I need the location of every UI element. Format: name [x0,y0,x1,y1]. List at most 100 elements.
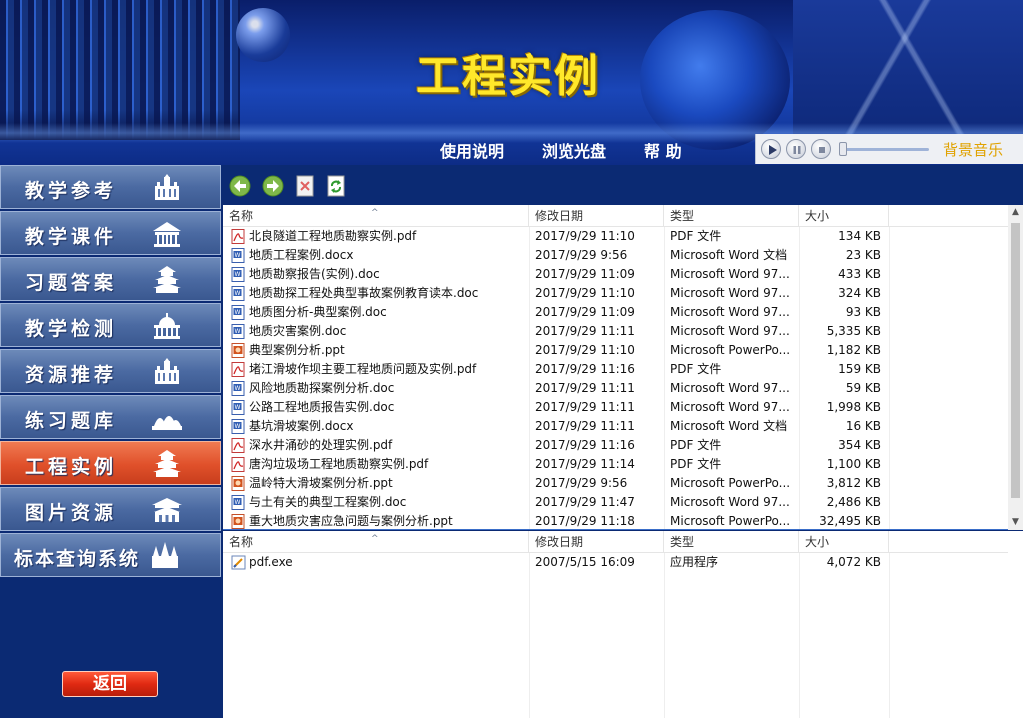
column-name-header[interactable]: 名称 ^ [223,531,529,553]
file-date: 2017/9/29 11:18 [535,514,635,528]
stop-button[interactable] [811,139,831,159]
file-date: 2017/9/29 11:09 [535,305,635,319]
delete-icon[interactable] [294,175,316,197]
file-row[interactable]: W 地质工程案例.docx 2017/9/29 9:56 Microsoft Word… [223,246,1008,265]
file-name: pdf.exe [249,555,293,569]
pagoda-icon [153,450,181,477]
word-file-icon: W [231,267,245,282]
vertical-scrollbar[interactable]: ▲ ▼ [1008,205,1023,530]
column-date-header[interactable]: 修改日期 [529,205,664,227]
sidebar-item-label: 教学课件 [25,226,118,248]
file-type: Microsoft Word 97... [670,286,790,300]
opera-house-icon [152,416,182,430]
file-name: 与土有关的典型工程案例.doc [249,495,407,509]
slider-thumb[interactable] [839,142,847,156]
pdf-file-icon [231,438,245,453]
file-row[interactable]: W 地质勘察报告(实例).doc 2017/9/29 11:09 Microsoft … [223,265,1008,284]
column-header: 名称 ^ 修改日期 类型 大小 [223,205,1008,227]
nav-help-link[interactable]: 帮 助 [644,140,682,164]
file-name: 重大地质灾害应急问题与案例分析.ppt [249,514,453,528]
file-type: Microsoft Word 97... [670,324,790,338]
sidebar-item-label: 资源推荐 [25,364,118,386]
sidebar-item-teaching-test[interactable]: 教学检测 [0,303,221,347]
sidebar-item-label: 教学参考 [25,180,118,202]
sidebar-item-label: 图片资源 [25,502,118,524]
word-file-icon: W [231,381,245,396]
powerpoint-file-icon [231,343,245,358]
file-row[interactable]: W 风险地质勘探案例分析.doc 2017/9/29 11:11 Microsoft … [223,379,1008,398]
nav-browse-disc-link[interactable]: 浏览光盘 [542,140,606,164]
file-date: 2017/9/29 11:16 [535,438,635,452]
back-button[interactable]: 返回 [62,671,158,697]
hall-icon [155,358,179,384]
file-row[interactable]: 典型案例分析.ppt 2017/9/29 11:10 Microsoft Power… [223,341,1008,360]
file-size: 4,072 KB [826,555,881,569]
file-type: Microsoft PowerPo... [670,476,791,490]
hall-icon [155,174,179,200]
nav-instructions-link[interactable]: 使用说明 [440,140,504,164]
play-icon [769,145,777,155]
file-date: 2017/9/29 11:10 [535,229,635,243]
file-row[interactable]: W 地质勘探工程处典型事故案例教育读本.doc 2017/9/29 11:10 Mic… [223,284,1008,303]
file-row[interactable]: W 地质灾害案例.doc 2017/9/29 11:11 Microsoft Word… [223,322,1008,341]
volume-slider[interactable] [839,142,929,156]
background-music-label: 背景音乐 [943,140,1004,159]
column-name-header[interactable]: 名称 ^ [223,205,529,227]
file-row[interactable]: W 基坑滑坡案例.docx 2017/9/29 11:11 Microsoft Wor… [223,417,1008,436]
stop-icon [819,147,825,153]
file-type: PDF 文件 [670,362,722,376]
file-size: 16 KB [845,419,881,433]
file-type: 应用程序 [670,555,719,569]
file-row[interactable]: 重大地质灾害应急问题与案例分析.ppt 2017/9/29 11:18 Micros… [223,512,1008,531]
file-name: 风险地质勘探案例分析.doc [249,381,395,395]
file-size: 1,998 KB [826,400,881,414]
file-name: 地质灾害案例.doc [249,324,347,338]
column-type-header[interactable]: 类型 [664,531,799,553]
play-button[interactable] [761,139,781,159]
powerpoint-file-icon [231,476,245,491]
column-size-header[interactable]: 大小 [799,531,889,553]
svg-text:W: W [235,423,241,430]
word-file-icon: W [231,495,245,510]
file-row[interactable]: 北良隧道工程地质勘察实例.pdf 2017/9/29 11:10 PDF 文件 134… [223,227,1008,246]
file-row[interactable]: 深水井涌砂的处理实例.pdf 2017/9/29 11:16 PDF 文件 354 K… [223,436,1008,455]
sidebar-item-resource-recommend[interactable]: 资源推荐 [0,349,221,393]
file-row[interactable]: 温岭特大滑坡案例分析.ppt 2017/9/29 9:56 Microsoft Po… [223,474,1008,493]
application-file-icon [231,555,246,570]
sidebar-item-image-resources[interactable]: 图片资源 [0,487,221,531]
pause-button[interactable] [786,139,806,159]
scrollbar-thumb[interactable] [1011,223,1020,498]
file-type: Microsoft Word 97... [670,495,790,509]
toolbar [222,165,1023,205]
forward-arrow-icon[interactable] [262,175,284,197]
word-file-icon: W [231,324,245,339]
sidebar-item-courseware[interactable]: 教学课件 [0,211,221,255]
file-row[interactable]: 堵江滑坡作坝主要工程地质问题及实例.pdf 2017/9/29 11:16 PDF … [223,360,1008,379]
file-name: 堵江滑坡作坝主要工程地质问题及实例.pdf [249,362,477,376]
sidebar-item-question-bank[interactable]: 练习题库 [0,395,221,439]
word-file-icon: W [231,286,245,301]
column-type-header[interactable]: 类型 [664,205,799,227]
file-row[interactable]: W 公路工程地质报告实例.doc 2017/9/29 11:11 Microsoft … [223,398,1008,417]
file-type: PDF 文件 [670,438,722,452]
file-row[interactable]: W 地质图分析-典型案例.doc 2017/9/29 11:09 Microsoft … [223,303,1008,322]
file-row[interactable]: W 与土有关的典型工程案例.doc 2017/9/29 11:47 Microsoft… [223,493,1008,512]
refresh-icon[interactable] [325,175,347,197]
file-row[interactable]: 唐沟垃圾场工程地质勘察实例.pdf 2017/9/29 11:14 PDF 文件 1,… [223,455,1008,474]
top-nav: 使用说明 浏览光盘 帮 助 [440,140,720,164]
file-type: Microsoft Word 文档 [670,248,788,262]
sidebar-item-specimen-query[interactable]: 标本查询系统 [0,533,221,577]
column-size-header[interactable]: 大小 [799,205,889,227]
back-arrow-icon[interactable] [229,175,251,197]
sidebar-item-teaching-reference[interactable]: 教学参考 [0,165,221,209]
scroll-down-icon[interactable]: ▼ [1008,515,1023,530]
svg-text:W: W [235,499,241,506]
scroll-up-icon[interactable]: ▲ [1008,205,1023,220]
svg-text:W: W [235,252,241,259]
sidebar-item-engineering-cases[interactable]: 工程实例 [0,441,221,485]
column-date-header[interactable]: 修改日期 [529,531,664,553]
powerpoint-file-icon [231,514,245,529]
sidebar-item-exercise-answers[interactable]: 习题答案 [0,257,221,301]
file-row[interactable]: pdf.exe 2007/5/15 16:09 应用程序 4,072 KB [223,553,1008,572]
file-name: 基坑滑坡案例.docx [249,419,354,433]
